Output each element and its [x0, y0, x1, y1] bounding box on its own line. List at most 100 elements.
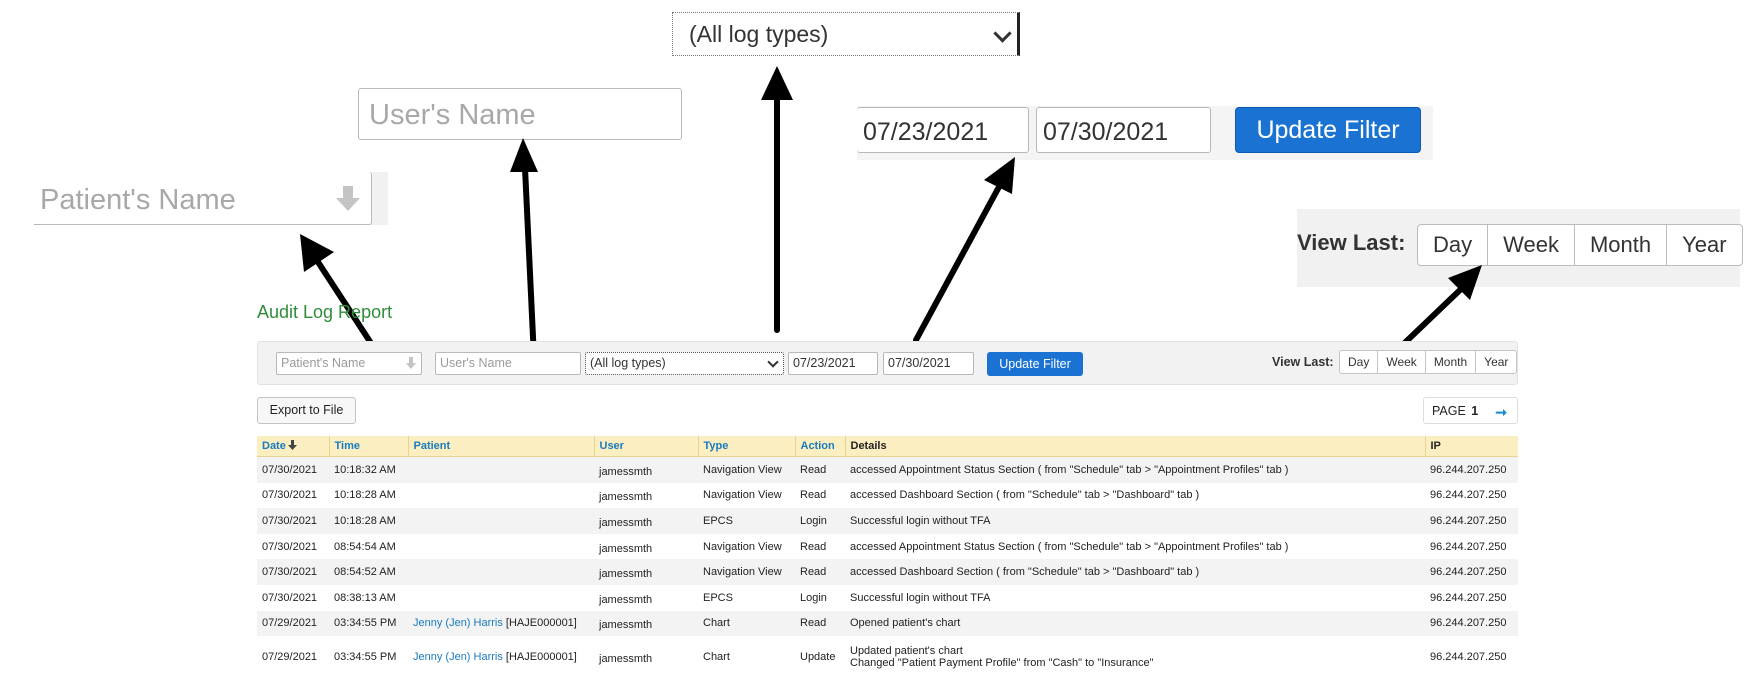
cell-time: 08:54:52 AM: [329, 559, 408, 585]
cell-date: 07/30/2021: [257, 559, 329, 585]
arrowhead-logtype: [761, 66, 793, 100]
cell-patient: [408, 456, 594, 483]
cell-user: jamessmth: [594, 456, 698, 483]
view-last-year-button[interactable]: Year: [1475, 351, 1516, 373]
arrowhead-patient: [300, 234, 334, 272]
export-to-file-button[interactable]: Export to File: [257, 397, 356, 424]
view-last-button-group: Day Week Month Year: [1339, 350, 1518, 374]
column-header-patient[interactable]: Patient: [407, 436, 594, 457]
cell-ip: 96.244.207.250: [1430, 489, 1507, 502]
arrowhead-dates: [984, 157, 1015, 194]
cell-details: Updated patient's chart Changed "Patient …: [845, 636, 1425, 677]
table-row: 07/30/2021 10:18:28 AM jamessmth EPCS Login S…: [257, 508, 1518, 534]
date-from-input-zoom[interactable]: 07/23/2021: [857, 107, 1029, 153]
cell-details: accessed Appointment Status Section ( fr…: [845, 534, 1425, 560]
view-last-day-button-zoom[interactable]: Day: [1418, 225, 1487, 265]
cell-action: Read: [800, 540, 827, 553]
table-header-row: Date Time Patient User Type Action Detai…: [257, 436, 1518, 457]
cell-action: Update: [800, 650, 836, 663]
column-header-action[interactable]: Action: [794, 436, 845, 457]
cell-user: jamessmth: [599, 593, 653, 606]
update-filter-button[interactable]: Update Filter: [987, 352, 1083, 376]
user-name-placeholder: User's Name: [440, 356, 512, 370]
cell-ip: 96.244.207.250: [1425, 456, 1518, 483]
patient-name-input[interactable]: Patient's Name: [276, 352, 422, 375]
cell-time: 10:18:28 AM: [334, 489, 396, 502]
cell-ip: 96.244.207.250: [1430, 650, 1507, 663]
patient-link[interactable]: Jenny (Jen) Harris: [413, 651, 503, 663]
user-name-input-zoom[interactable]: User's Name: [358, 88, 682, 140]
date-to-input-zoom[interactable]: 07/30/2021: [1036, 107, 1211, 153]
cell-time: 08:38:13 AM: [334, 591, 396, 604]
cell-time: 03:34:55 PM: [329, 610, 408, 637]
view-last-month-button[interactable]: Month: [1424, 351, 1475, 373]
cell-time: 10:18:28 AM: [329, 508, 408, 534]
cell-ip: 96.244.207.250: [1425, 508, 1518, 534]
cell-action: Login: [795, 508, 845, 534]
view-last-week-button[interactable]: Week: [1377, 351, 1424, 373]
pager: PAGE 1 ➞: [1423, 397, 1518, 424]
cell-patient: [408, 559, 594, 585]
cell-date: 07/30/2021: [257, 456, 329, 483]
cell-type: EPCS: [703, 591, 733, 604]
cell-patient: Jenny (Jen) Harris [HAJE000001]: [408, 610, 594, 637]
cell-user: jamessmth: [599, 652, 653, 665]
column-header-date[interactable]: Date: [257, 436, 329, 457]
cell-time: 10:18:32 AM: [329, 456, 408, 483]
details-line: Successful login without TFA: [850, 591, 991, 604]
log-type-value: (All log types): [590, 356, 666, 370]
cell-type: Chart: [703, 650, 730, 663]
cell-details: Successful login without TFA: [845, 585, 1425, 611]
details-line: Updated patient's chart: [850, 644, 963, 657]
column-header-type[interactable]: Type: [697, 436, 795, 457]
details-line: accessed Appointment Status Section ( fr…: [850, 463, 1289, 476]
cell-patient: [408, 483, 594, 509]
log-type-select[interactable]: (All log types): [585, 352, 784, 375]
column-header-time[interactable]: Time: [328, 436, 408, 457]
patient-name-input-zoom[interactable]: Patient's Name: [34, 172, 372, 225]
column-header-ip: IP: [1424, 436, 1518, 457]
details-line: accessed Dashboard Section ( from "Sched…: [850, 489, 1200, 502]
view-last-month-button-zoom[interactable]: Month: [1573, 225, 1666, 265]
view-last-year-button-zoom[interactable]: Year: [1666, 225, 1741, 265]
cell-user: jamessmth: [594, 559, 698, 585]
details-line: accessed Dashboard Section ( from "Sched…: [850, 566, 1200, 579]
cell-patient: [408, 534, 594, 560]
table-row: 07/30/2021 10:18:28 AM jamessmth Navigation…: [257, 483, 1518, 509]
date-to-input[interactable]: 07/30/2021: [883, 352, 974, 375]
user-name-zoom-placeholder: User's Name: [369, 99, 536, 131]
user-name-input[interactable]: User's Name: [435, 352, 581, 375]
details-line: Successful login without TFA: [850, 514, 991, 527]
cell-details: accessed Dashboard Section ( from "Sched…: [845, 483, 1425, 509]
patient-id: [HAJE000001]: [505, 650, 577, 663]
cell-time: 08:54:54 AM: [334, 540, 396, 553]
update-filter-button-zoom[interactable]: Update Filter: [1235, 107, 1421, 153]
arrowhead-user: [510, 138, 538, 172]
view-last-day-button[interactable]: Day: [1340, 351, 1377, 373]
download-arrow-icon: [336, 186, 360, 211]
cell-ip: 96.244.207.250: [1430, 540, 1507, 553]
table-row: 07/30/2021 08:54:52 AM jamessmth Navigation…: [257, 559, 1518, 585]
patient-id: [HAJE000001]: [505, 617, 577, 630]
cell-time: 03:34:55 PM: [334, 650, 397, 663]
log-type-select-zoom[interactable]: (All log types): [672, 12, 1020, 56]
cell-user: jamessmth: [594, 508, 698, 534]
column-header-user[interactable]: User: [593, 436, 698, 457]
patient-link[interactable]: Jenny (Jen) Harris: [413, 617, 503, 629]
cell-patient: [408, 585, 594, 611]
patient-name-placeholder: Patient's Name: [281, 356, 366, 370]
date-from-input[interactable]: 07/23/2021: [788, 352, 878, 375]
cell-action: Read: [795, 610, 845, 637]
cell-date: 07/30/2021: [262, 540, 318, 553]
view-last-week-button-zoom[interactable]: Week: [1487, 225, 1574, 265]
cell-date: 07/29/2021: [257, 610, 329, 637]
arrow-to-user-zoom: [522, 165, 537, 361]
cell-type: Navigation View: [698, 456, 795, 483]
cell-patient: [408, 508, 594, 534]
cell-type: Chart: [698, 610, 795, 637]
chevron-down-icon: [993, 24, 1012, 43]
cell-ip: 96.244.207.250: [1425, 559, 1518, 585]
cell-user: jamessmth: [599, 491, 653, 504]
cell-details: accessed Dashboard Section ( from "Sched…: [845, 559, 1425, 585]
next-page-arrow-icon[interactable]: ➞: [1495, 404, 1507, 421]
